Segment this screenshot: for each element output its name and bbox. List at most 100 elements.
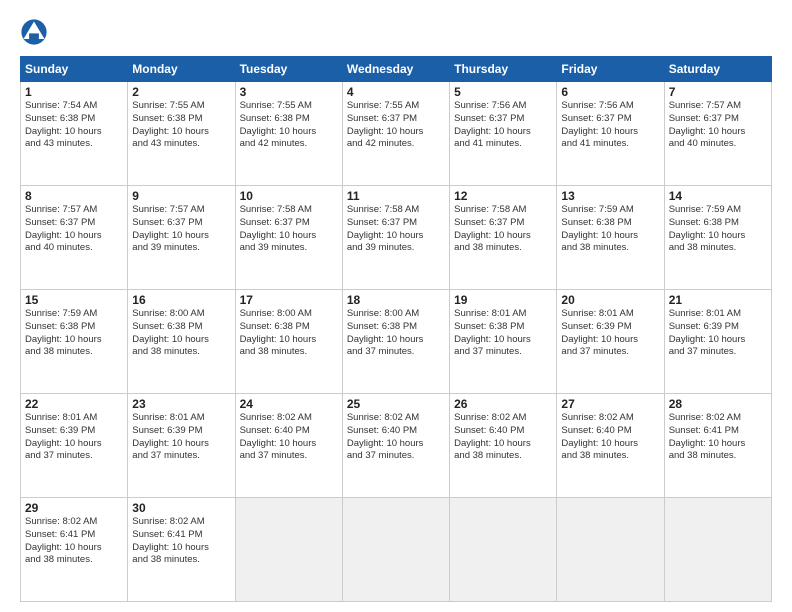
calendar-day-cell: 17Sunrise: 8:00 AM Sunset: 6:38 PM Dayli… (235, 290, 342, 394)
day-number: 8 (25, 189, 123, 203)
day-info: Sunrise: 7:57 AM Sunset: 6:37 PM Dayligh… (132, 204, 230, 255)
day-number: 10 (240, 189, 338, 203)
day-info: Sunrise: 7:55 AM Sunset: 6:38 PM Dayligh… (240, 100, 338, 151)
calendar-week-row: 15Sunrise: 7:59 AM Sunset: 6:38 PM Dayli… (21, 290, 772, 394)
day-number: 16 (132, 293, 230, 307)
day-info: Sunrise: 8:01 AM Sunset: 6:39 PM Dayligh… (132, 412, 230, 463)
day-info: Sunrise: 7:57 AM Sunset: 6:37 PM Dayligh… (25, 204, 123, 255)
calendar-table: SundayMondayTuesdayWednesdayThursdayFrid… (20, 56, 772, 602)
calendar-day-cell (450, 498, 557, 602)
calendar-day-cell (342, 498, 449, 602)
day-number: 28 (669, 397, 767, 411)
calendar-day-cell: 12Sunrise: 7:58 AM Sunset: 6:37 PM Dayli… (450, 186, 557, 290)
logo (20, 18, 52, 46)
calendar-day-cell: 21Sunrise: 8:01 AM Sunset: 6:39 PM Dayli… (664, 290, 771, 394)
calendar-day-cell: 13Sunrise: 7:59 AM Sunset: 6:38 PM Dayli… (557, 186, 664, 290)
day-info: Sunrise: 7:55 AM Sunset: 6:37 PM Dayligh… (347, 100, 445, 151)
day-info: Sunrise: 8:02 AM Sunset: 6:41 PM Dayligh… (132, 516, 230, 567)
column-header-friday: Friday (557, 57, 664, 82)
column-header-sunday: Sunday (21, 57, 128, 82)
day-info: Sunrise: 7:56 AM Sunset: 6:37 PM Dayligh… (561, 100, 659, 151)
column-header-monday: Monday (128, 57, 235, 82)
day-number: 6 (561, 85, 659, 99)
day-number: 2 (132, 85, 230, 99)
header (20, 18, 772, 46)
day-number: 4 (347, 85, 445, 99)
calendar-day-cell: 23Sunrise: 8:01 AM Sunset: 6:39 PM Dayli… (128, 394, 235, 498)
day-number: 9 (132, 189, 230, 203)
calendar-day-cell: 20Sunrise: 8:01 AM Sunset: 6:39 PM Dayli… (557, 290, 664, 394)
day-number: 13 (561, 189, 659, 203)
day-number: 14 (669, 189, 767, 203)
calendar-day-cell: 25Sunrise: 8:02 AM Sunset: 6:40 PM Dayli… (342, 394, 449, 498)
day-info: Sunrise: 7:58 AM Sunset: 6:37 PM Dayligh… (240, 204, 338, 255)
calendar-day-cell: 4Sunrise: 7:55 AM Sunset: 6:37 PM Daylig… (342, 82, 449, 186)
calendar-week-row: 1Sunrise: 7:54 AM Sunset: 6:38 PM Daylig… (21, 82, 772, 186)
day-info: Sunrise: 7:57 AM Sunset: 6:37 PM Dayligh… (669, 100, 767, 151)
day-info: Sunrise: 7:55 AM Sunset: 6:38 PM Dayligh… (132, 100, 230, 151)
day-info: Sunrise: 7:59 AM Sunset: 6:38 PM Dayligh… (25, 308, 123, 359)
calendar-day-cell: 3Sunrise: 7:55 AM Sunset: 6:38 PM Daylig… (235, 82, 342, 186)
calendar-day-cell: 8Sunrise: 7:57 AM Sunset: 6:37 PM Daylig… (21, 186, 128, 290)
day-number: 22 (25, 397, 123, 411)
calendar-day-cell: 29Sunrise: 8:02 AM Sunset: 6:41 PM Dayli… (21, 498, 128, 602)
calendar-day-cell: 24Sunrise: 8:02 AM Sunset: 6:40 PM Dayli… (235, 394, 342, 498)
calendar-day-cell: 22Sunrise: 8:01 AM Sunset: 6:39 PM Dayli… (21, 394, 128, 498)
day-number: 15 (25, 293, 123, 307)
day-number: 24 (240, 397, 338, 411)
calendar-day-cell: 2Sunrise: 7:55 AM Sunset: 6:38 PM Daylig… (128, 82, 235, 186)
calendar-day-cell: 26Sunrise: 8:02 AM Sunset: 6:40 PM Dayli… (450, 394, 557, 498)
day-info: Sunrise: 8:00 AM Sunset: 6:38 PM Dayligh… (240, 308, 338, 359)
day-number: 19 (454, 293, 552, 307)
calendar-day-cell: 5Sunrise: 7:56 AM Sunset: 6:37 PM Daylig… (450, 82, 557, 186)
day-info: Sunrise: 8:00 AM Sunset: 6:38 PM Dayligh… (347, 308, 445, 359)
day-number: 1 (25, 85, 123, 99)
calendar-day-cell: 19Sunrise: 8:01 AM Sunset: 6:38 PM Dayli… (450, 290, 557, 394)
day-info: Sunrise: 8:00 AM Sunset: 6:38 PM Dayligh… (132, 308, 230, 359)
day-info: Sunrise: 8:01 AM Sunset: 6:39 PM Dayligh… (25, 412, 123, 463)
calendar-day-cell: 16Sunrise: 8:00 AM Sunset: 6:38 PM Dayli… (128, 290, 235, 394)
calendar-week-row: 29Sunrise: 8:02 AM Sunset: 6:41 PM Dayli… (21, 498, 772, 602)
calendar-day-cell (235, 498, 342, 602)
day-number: 17 (240, 293, 338, 307)
column-header-wednesday: Wednesday (342, 57, 449, 82)
day-info: Sunrise: 8:01 AM Sunset: 6:39 PM Dayligh… (561, 308, 659, 359)
calendar-day-cell (557, 498, 664, 602)
day-info: Sunrise: 7:58 AM Sunset: 6:37 PM Dayligh… (454, 204, 552, 255)
logo-icon (20, 18, 48, 46)
day-info: Sunrise: 8:01 AM Sunset: 6:39 PM Dayligh… (669, 308, 767, 359)
column-header-thursday: Thursday (450, 57, 557, 82)
day-number: 3 (240, 85, 338, 99)
day-number: 5 (454, 85, 552, 99)
day-info: Sunrise: 7:56 AM Sunset: 6:37 PM Dayligh… (454, 100, 552, 151)
calendar-day-cell: 7Sunrise: 7:57 AM Sunset: 6:37 PM Daylig… (664, 82, 771, 186)
calendar-week-row: 22Sunrise: 8:01 AM Sunset: 6:39 PM Dayli… (21, 394, 772, 498)
day-number: 23 (132, 397, 230, 411)
day-number: 26 (454, 397, 552, 411)
page: SundayMondayTuesdayWednesdayThursdayFrid… (0, 0, 792, 612)
column-header-saturday: Saturday (664, 57, 771, 82)
day-number: 30 (132, 501, 230, 515)
day-info: Sunrise: 7:54 AM Sunset: 6:38 PM Dayligh… (25, 100, 123, 151)
day-number: 29 (25, 501, 123, 515)
calendar-day-cell: 10Sunrise: 7:58 AM Sunset: 6:37 PM Dayli… (235, 186, 342, 290)
calendar-day-cell: 1Sunrise: 7:54 AM Sunset: 6:38 PM Daylig… (21, 82, 128, 186)
calendar-day-cell (664, 498, 771, 602)
calendar-day-cell: 11Sunrise: 7:58 AM Sunset: 6:37 PM Dayli… (342, 186, 449, 290)
day-info: Sunrise: 8:02 AM Sunset: 6:41 PM Dayligh… (669, 412, 767, 463)
day-number: 7 (669, 85, 767, 99)
calendar-day-cell: 6Sunrise: 7:56 AM Sunset: 6:37 PM Daylig… (557, 82, 664, 186)
calendar-day-cell: 14Sunrise: 7:59 AM Sunset: 6:38 PM Dayli… (664, 186, 771, 290)
calendar-header-row: SundayMondayTuesdayWednesdayThursdayFrid… (21, 57, 772, 82)
day-info: Sunrise: 8:02 AM Sunset: 6:40 PM Dayligh… (561, 412, 659, 463)
day-info: Sunrise: 8:02 AM Sunset: 6:40 PM Dayligh… (347, 412, 445, 463)
day-info: Sunrise: 7:58 AM Sunset: 6:37 PM Dayligh… (347, 204, 445, 255)
day-number: 12 (454, 189, 552, 203)
day-number: 11 (347, 189, 445, 203)
day-number: 21 (669, 293, 767, 307)
day-number: 18 (347, 293, 445, 307)
calendar-week-row: 8Sunrise: 7:57 AM Sunset: 6:37 PM Daylig… (21, 186, 772, 290)
day-info: Sunrise: 7:59 AM Sunset: 6:38 PM Dayligh… (561, 204, 659, 255)
calendar-day-cell: 27Sunrise: 8:02 AM Sunset: 6:40 PM Dayli… (557, 394, 664, 498)
day-info: Sunrise: 8:02 AM Sunset: 6:41 PM Dayligh… (25, 516, 123, 567)
